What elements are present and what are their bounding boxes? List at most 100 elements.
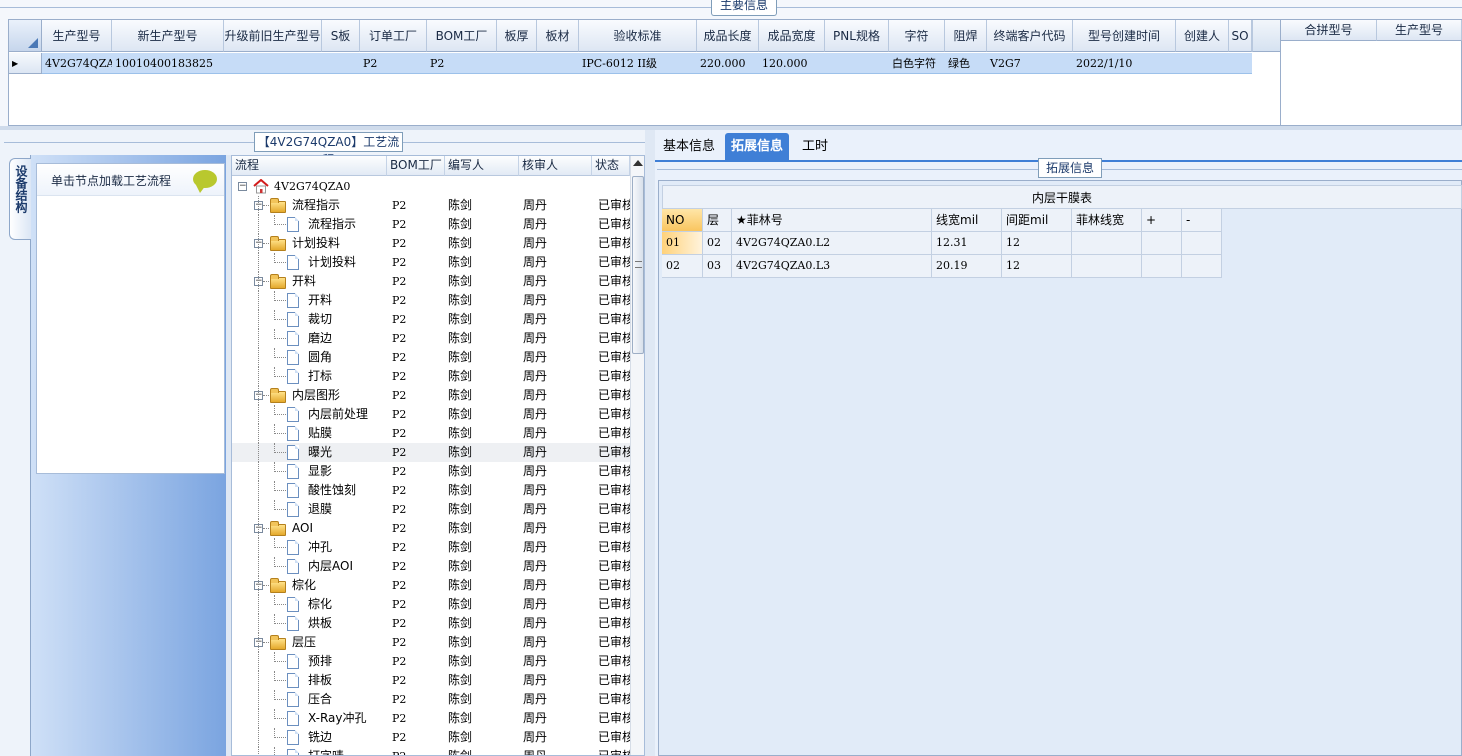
- grid-cell[interactable]: [224, 53, 322, 74]
- tree-row[interactable]: X-Ray冲孔 P2 陈剑 周丹 已审核: [232, 709, 630, 728]
- tree-row[interactable]: 棕化 P2 陈剑 周丹 已审核: [232, 595, 630, 614]
- table-column-header[interactable]: 间距mil: [1002, 209, 1072, 232]
- tree-row[interactable]: −内层图形P2陈剑周丹已审核: [232, 386, 630, 405]
- tree-node-label[interactable]: 铣边: [308, 728, 387, 747]
- table-cell[interactable]: [1142, 232, 1182, 255]
- process-flow-tree[interactable]: 流程 BOM工厂 编写人 核审人 状态 −4V2G74QZA0− 流程指示 P2 陈剑 周丹 已审…: [231, 155, 645, 756]
- tree-column-header[interactable]: 流程: [232, 156, 387, 176]
- tree-node-label[interactable]: 开料: [308, 291, 387, 310]
- tree-row[interactable]: −棕化P2陈剑周丹已审核: [232, 576, 630, 595]
- tree-node-label[interactable]: X-Ray冲孔: [308, 709, 387, 728]
- tree-row[interactable]: 内层前处理 P2 陈剑 周丹 已审核: [232, 405, 630, 424]
- grid-cell[interactable]: 2022/1/10: [1073, 53, 1176, 74]
- grid-cell[interactable]: 白色字符: [889, 53, 945, 74]
- grid-cell[interactable]: P2: [427, 53, 497, 74]
- table-column-header[interactable]: 菲林线宽: [1072, 209, 1142, 232]
- tree-row[interactable]: 计划投料 P2 陈剑 周丹 已审核: [232, 253, 630, 272]
- table-cell[interactable]: 20.19: [932, 255, 1002, 278]
- column-header[interactable]: 验收标准: [579, 20, 697, 52]
- column-header[interactable]: SO: [1229, 20, 1252, 52]
- tree-node-label[interactable]: 预排: [308, 652, 387, 671]
- column-header[interactable]: 板厚: [497, 20, 537, 52]
- tree-row[interactable]: 铣边 P2 陈剑 周丹 已审核: [232, 728, 630, 747]
- table-column-header[interactable]: -: [1182, 209, 1222, 232]
- table-cell[interactable]: 03: [703, 255, 732, 278]
- tree-row[interactable]: −层压P2陈剑周丹已审核: [232, 633, 630, 652]
- grid-cell[interactable]: 120.000: [759, 53, 825, 74]
- column-header[interactable]: 型号创建时间: [1073, 20, 1176, 52]
- tree-row[interactable]: 打标 P2 陈剑 周丹 已审核: [232, 367, 630, 386]
- tree-column-header[interactable]: 编写人: [445, 156, 519, 176]
- tree-node-label[interactable]: 流程指示: [308, 215, 387, 234]
- table-cell[interactable]: [1142, 255, 1182, 278]
- table-cell[interactable]: 4V2G74QZA0.L2: [732, 232, 932, 255]
- tab-extended-info[interactable]: 拓展信息: [725, 133, 790, 160]
- column-header[interactable]: PNL规格: [825, 20, 889, 52]
- column-header[interactable]: 升级前旧生产型号: [224, 20, 322, 52]
- column-header[interactable]: 生产型号: [42, 20, 112, 52]
- grid-cell[interactable]: [497, 53, 537, 74]
- tree-row[interactable]: 内层AOI P2 陈剑 周丹 已审核: [232, 557, 630, 576]
- tree-row[interactable]: −开料P2陈剑周丹已审核: [232, 272, 630, 291]
- tree-node-label[interactable]: 棕化: [292, 576, 387, 595]
- grid-cell[interactable]: IPC-6012 II级: [579, 53, 697, 74]
- table-cell[interactable]: 12.31: [932, 232, 1002, 255]
- column-header[interactable]: 合拼型号: [1281, 20, 1377, 41]
- grid-cell[interactable]: [537, 53, 579, 74]
- column-header[interactable]: 成品长度: [697, 20, 759, 52]
- grid-cell[interactable]: P2: [360, 53, 427, 74]
- column-header[interactable]: 订单工厂: [360, 20, 427, 52]
- tree-row[interactable]: 圆角 P2 陈剑 周丹 已审核: [232, 348, 630, 367]
- tree-row[interactable]: 压合 P2 陈剑 周丹 已审核: [232, 690, 630, 709]
- tree-node-label[interactable]: 贴膜: [308, 424, 387, 443]
- tab-work-hours[interactable]: 工时: [796, 133, 834, 160]
- tree-node-label[interactable]: 4V2G74QZA0: [274, 177, 387, 196]
- column-header[interactable]: 成品宽度: [759, 20, 825, 52]
- tree-node-label[interactable]: 酸性蚀刻: [308, 481, 387, 500]
- main-info-grid[interactable]: 生产型号 新生产型号 升级前旧生产型号 S板 订单工厂 BOM工厂 板厚 板材 验收标准 成品长度…: [8, 19, 1281, 126]
- row-indicator-icon[interactable]: ▶: [9, 53, 42, 74]
- tree-row[interactable]: 冲孔 P2 陈剑 周丹 已审核: [232, 538, 630, 557]
- tree-node-label[interactable]: 内层前处理: [308, 405, 387, 424]
- tree-node-label[interactable]: 磨边: [308, 329, 387, 348]
- tree-row[interactable]: −计划投料P2陈剑周丹已审核: [232, 234, 630, 253]
- tree-node-label[interactable]: 流程指示: [292, 196, 387, 215]
- grid-cell[interactable]: [322, 53, 360, 74]
- tree-row[interactable]: 裁切 P2 陈剑 周丹 已审核: [232, 310, 630, 329]
- tree-node-label[interactable]: 内层AOI: [308, 557, 387, 576]
- table-cell[interactable]: [1182, 255, 1222, 278]
- tree-node-label[interactable]: 裁切: [308, 310, 387, 329]
- scroll-up-arrow-icon[interactable]: [633, 160, 643, 166]
- table-cell[interactable]: 01: [662, 232, 703, 255]
- tree-scrollbar-thumb[interactable]: [632, 176, 644, 354]
- vertical-splitter-right[interactable]: [645, 130, 655, 756]
- table-cell[interactable]: [1182, 232, 1222, 255]
- tree-node-label[interactable]: 显影: [308, 462, 387, 481]
- table-cell[interactable]: [1072, 255, 1142, 278]
- tree-row[interactable]: − 4V2G74QZA0: [232, 177, 630, 196]
- grid-cell[interactable]: 绿色: [945, 53, 987, 74]
- tree-scrollbar[interactable]: [630, 156, 644, 755]
- table-cell[interactable]: 4V2G74QZA0.L3: [732, 255, 932, 278]
- table-cell[interactable]: 12: [1002, 255, 1072, 278]
- tree-row[interactable]: 烘板 P2 陈剑 周丹 已审核: [232, 614, 630, 633]
- tree-node-label[interactable]: AOI: [292, 519, 387, 538]
- tree-row[interactable]: 退膜 P2 陈剑 周丹 已审核: [232, 500, 630, 519]
- tree-node-label[interactable]: 计划投料: [292, 234, 387, 253]
- grid-cell[interactable]: [1229, 53, 1252, 74]
- tree-row[interactable]: 开料 P2 陈剑 周丹 已审核: [232, 291, 630, 310]
- table-column-header[interactable]: NO: [662, 209, 703, 232]
- column-header[interactable]: 创建人: [1176, 20, 1229, 52]
- tree-column-header[interactable]: BOM工厂: [387, 156, 445, 176]
- grid-cell[interactable]: 4V2G74QZA0: [42, 53, 112, 74]
- column-header[interactable]: 新生产型号: [112, 20, 224, 52]
- table-column-header[interactable]: ★菲林号: [732, 209, 932, 232]
- column-header[interactable]: BOM工厂: [427, 20, 497, 52]
- tree-node-label[interactable]: 曝光: [308, 443, 387, 462]
- tab-equipment-structure[interactable]: 设备结构: [9, 158, 31, 240]
- column-header[interactable]: 生产型号: [1377, 20, 1462, 41]
- column-header[interactable]: S板: [322, 20, 360, 52]
- table-column-header[interactable]: 线宽mil: [932, 209, 1002, 232]
- table-column-header[interactable]: +: [1142, 209, 1182, 232]
- merge-model-grid[interactable]: 合拼型号 生产型号: [1280, 19, 1462, 126]
